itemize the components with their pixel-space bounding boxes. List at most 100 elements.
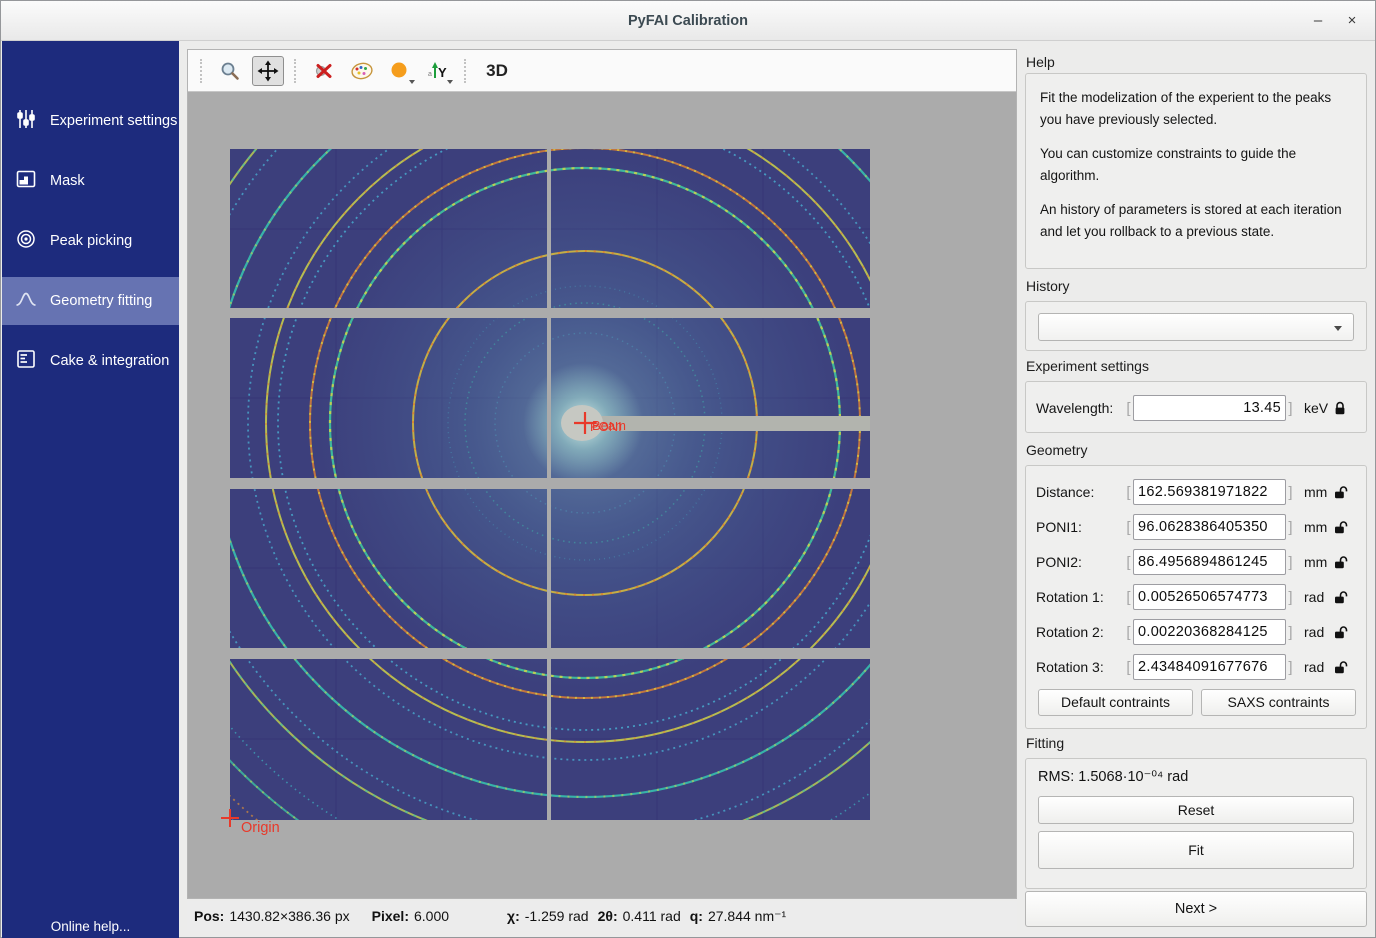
dropdown-caret-icon bbox=[409, 80, 415, 84]
lock-open-icon[interactable] bbox=[1331, 625, 1349, 640]
pos-label: Pos: bbox=[194, 908, 224, 924]
rotation2-label: Rotation 2: bbox=[1036, 624, 1124, 640]
diffraction-image: PONI Beam Origin bbox=[188, 92, 1016, 898]
sidebar-item-label: Geometry fitting bbox=[50, 293, 152, 309]
distance-label: Distance: bbox=[1036, 484, 1124, 500]
sidebar-item-label: Mask bbox=[50, 173, 85, 189]
sidebar-item-cake-integration[interactable]: Cake & integration bbox=[2, 337, 179, 385]
lock-closed-icon[interactable] bbox=[1331, 401, 1349, 416]
distance-input[interactable] bbox=[1133, 479, 1286, 505]
open-bracket: [ bbox=[1124, 589, 1133, 606]
3d-button-label: 3D bbox=[482, 61, 512, 81]
lock-open-icon[interactable] bbox=[1331, 485, 1349, 500]
close-bracket: ] bbox=[1286, 400, 1295, 417]
integration-icon bbox=[15, 348, 37, 374]
toolbar-drag-handle[interactable] bbox=[200, 59, 204, 83]
rotation2-input[interactable] bbox=[1133, 619, 1286, 645]
help-paragraph: You can customize constraints to guide t… bbox=[1040, 143, 1352, 186]
close-bracket: ] bbox=[1286, 484, 1295, 501]
sidebar-item-label: Cake & integration bbox=[50, 353, 169, 369]
close-bracket: ] bbox=[1286, 624, 1295, 641]
pyfai-calibration-window: PyFAI Calibration – × Experiment setting… bbox=[0, 0, 1376, 938]
fitting-section-title: Fitting bbox=[1026, 735, 1064, 751]
beam-marker-label: Beam bbox=[592, 418, 626, 433]
online-help-button[interactable]: Online help... bbox=[2, 919, 179, 934]
fitting-box: RMS: 1.5068·10⁻⁰⁴ rad Reset Fit bbox=[1025, 758, 1367, 889]
poni2-input[interactable] bbox=[1133, 549, 1286, 575]
open-bracket: [ bbox=[1124, 624, 1133, 641]
toolbar-drag-handle[interactable] bbox=[294, 59, 298, 83]
lock-open-icon[interactable] bbox=[1331, 660, 1349, 675]
rotation2-unit: rad bbox=[1295, 624, 1331, 640]
palette-icon bbox=[350, 60, 374, 82]
3d-view-button[interactable]: 3D bbox=[478, 56, 516, 86]
next-button[interactable]: Next > bbox=[1025, 891, 1367, 927]
plot-toolbar: a Y 3D bbox=[188, 50, 1016, 92]
history-dropdown[interactable] bbox=[1038, 313, 1354, 341]
reset-button[interactable]: Reset bbox=[1038, 796, 1354, 824]
diffraction-plot-canvas[interactable]: PONI Beam Origin bbox=[188, 92, 1016, 898]
colormap-button[interactable] bbox=[346, 56, 378, 86]
svg-text:a: a bbox=[428, 71, 432, 78]
rotation1-input[interactable] bbox=[1133, 584, 1286, 610]
pos-value: 1430.82×386.36 px bbox=[229, 908, 349, 924]
geometry-box: Distance: [ ] mm PONI1: [ ] mm P bbox=[1025, 465, 1367, 729]
pan-mode-button[interactable] bbox=[252, 56, 284, 86]
sidebar-item-peak-picking[interactable]: Peak picking bbox=[2, 217, 179, 265]
two-theta-value: 0.411 rad bbox=[623, 908, 681, 924]
fit-button[interactable]: Fit bbox=[1038, 831, 1354, 869]
svg-text:Y: Y bbox=[438, 65, 447, 80]
sidebar-item-label: Experiment settings bbox=[50, 113, 177, 129]
rotation3-unit: rad bbox=[1295, 659, 1331, 675]
window-title: PyFAI Calibration bbox=[1, 1, 1375, 41]
rms-value: RMS: 1.5068·10⁻⁰⁴ rad bbox=[1038, 769, 1188, 785]
sidebar-item-label: Peak picking bbox=[50, 233, 132, 249]
zoom-mode-button[interactable] bbox=[214, 56, 246, 86]
plot-widget: a Y 3D bbox=[187, 49, 1017, 899]
open-bracket: [ bbox=[1124, 519, 1133, 536]
chi-label: χ: bbox=[507, 908, 520, 924]
close-bracket: ] bbox=[1286, 589, 1295, 606]
dropdown-caret-icon bbox=[447, 80, 453, 84]
y-axis-icon: a Y bbox=[426, 60, 450, 82]
sidebar-item-mask[interactable]: Mask bbox=[2, 157, 179, 205]
wavelength-unit: keV bbox=[1295, 400, 1331, 416]
status-bar: Pos: 1430.82×386.36 px Pixel: 6.000 χ: -… bbox=[187, 901, 1017, 931]
crosshair-disabled-icon bbox=[313, 60, 335, 82]
lock-open-icon[interactable] bbox=[1331, 590, 1349, 605]
help-paragraph: An history of parameters is stored at ea… bbox=[1040, 199, 1352, 242]
magnifier-icon bbox=[219, 60, 241, 82]
poni2-label: PONI2: bbox=[1036, 554, 1124, 570]
crosshair-button[interactable] bbox=[308, 56, 340, 86]
close-bracket: ] bbox=[1286, 519, 1295, 536]
chevron-down-icon bbox=[1334, 326, 1342, 331]
help-box: Fit the modelization of the experient to… bbox=[1025, 73, 1367, 269]
wavelength-label: Wavelength: bbox=[1036, 400, 1124, 416]
lock-open-icon[interactable] bbox=[1331, 555, 1349, 570]
minimize-button[interactable]: – bbox=[1301, 1, 1335, 41]
toolbar-drag-handle[interactable] bbox=[464, 59, 468, 83]
sidebar-item-experiment-settings[interactable]: Experiment settings bbox=[2, 97, 179, 145]
wavelength-input[interactable] bbox=[1133, 395, 1286, 421]
q-label: q: bbox=[690, 908, 703, 924]
close-button[interactable]: × bbox=[1335, 1, 1369, 41]
open-bracket: [ bbox=[1124, 659, 1133, 676]
poni1-label: PONI1: bbox=[1036, 519, 1124, 535]
target-icon bbox=[15, 228, 37, 254]
chi-value: -1.259 rad bbox=[525, 908, 589, 924]
geometry-section-title: Geometry bbox=[1026, 442, 1087, 458]
saxs-constraints-button[interactable]: SAXS contraints bbox=[1201, 689, 1356, 716]
history-section-title: History bbox=[1026, 278, 1070, 294]
rotation3-input[interactable] bbox=[1133, 654, 1286, 680]
close-bracket: ] bbox=[1286, 554, 1295, 571]
sidebar-item-geometry-fitting[interactable]: Geometry fitting bbox=[2, 277, 179, 325]
open-bracket: [ bbox=[1124, 554, 1133, 571]
origin-marker-label: Origin bbox=[241, 820, 280, 836]
title-bar: PyFAI Calibration – × bbox=[1, 1, 1375, 41]
help-section-title: Help bbox=[1026, 54, 1055, 70]
lock-open-icon[interactable] bbox=[1331, 520, 1349, 535]
y-axis-orientation-button[interactable]: a Y bbox=[422, 56, 454, 86]
default-constraints-button[interactable]: Default contraints bbox=[1038, 689, 1193, 716]
mask-color-button[interactable] bbox=[384, 56, 416, 86]
poni1-input[interactable] bbox=[1133, 514, 1286, 540]
